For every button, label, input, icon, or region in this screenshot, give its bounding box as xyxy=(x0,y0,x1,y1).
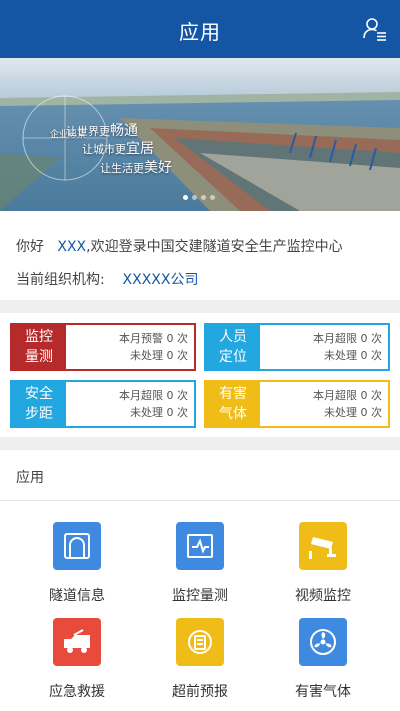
org-line: 当前组织机构: XXXXX公司 xyxy=(16,272,199,288)
carousel-dot[interactable] xyxy=(183,195,188,200)
app-header: 应用 xyxy=(0,0,400,58)
page-title: 应用 xyxy=(179,20,221,44)
carousel-dot[interactable] xyxy=(192,195,197,200)
forecast-icon xyxy=(176,618,224,666)
banner-slogan-2: 让城市更宜居 xyxy=(82,141,154,157)
banner-slogan-3: 让生活更美好 xyxy=(100,160,172,176)
stat-card-counts: 本月超限 0 次未处理 0 次 xyxy=(313,389,382,419)
app-label: 视频监控 xyxy=(295,588,351,604)
tunnel-icon xyxy=(53,522,101,570)
app-label: 应急救援 xyxy=(49,684,105,700)
carousel-dot[interactable] xyxy=(201,195,206,200)
stats-panel: 监控 量测 本月预警 0 次未处理 0 次 人员 定位 本月超限 0 次未处理 0 … xyxy=(0,313,400,437)
app-label: 监控量测 xyxy=(172,588,228,604)
stat-card-monitor[interactable]: 监控 量测 本月预警 0 次未处理 0 次 xyxy=(10,323,196,371)
banner-carousel[interactable]: 企业愿景 让世界更畅通 让城市更宜居 让生活更美好 xyxy=(0,58,400,211)
stat-card-tag: 人员 定位 xyxy=(206,325,260,369)
app-label: 超前预报 xyxy=(172,684,228,700)
apps-section-title: 应用 xyxy=(16,470,44,486)
stat-card-gas[interactable]: 有害 气体 本月超限 0 次未处理 0 次 xyxy=(204,380,390,428)
carousel-dots[interactable] xyxy=(183,195,215,200)
app-tunnel-info[interactable]: 隧道信息 xyxy=(22,522,132,605)
stat-card-tag: 安全 步距 xyxy=(12,382,66,426)
stat-card-tag: 监控 量测 xyxy=(12,325,66,369)
monitor-chart-icon xyxy=(176,522,224,570)
carousel-dot[interactable] xyxy=(210,195,215,200)
app-harmful-gas[interactable]: 有害气体 xyxy=(268,618,378,701)
camera-icon xyxy=(299,522,347,570)
stat-card-step[interactable]: 安全 步距 本月超限 0 次未处理 0 次 xyxy=(10,380,196,428)
rescue-truck-icon xyxy=(53,618,101,666)
app-emergency-rescue[interactable]: 应急救援 xyxy=(22,618,132,701)
app-video-monitor[interactable]: 视频监控 xyxy=(268,522,378,605)
app-advance-forecast[interactable]: 超前预报 xyxy=(145,618,255,701)
apps-section: 应用 隧道信息 监控量测 视频监控 应急救援 超前预报 有害气体 xyxy=(0,450,400,711)
welcome-panel: 你好 XXX,欢迎登录中国交建隧道安全生产监控中心 当前组织机构: XXXXX公… xyxy=(0,211,400,300)
stat-card-counts: 本月超限 0 次未处理 0 次 xyxy=(313,332,382,362)
app-label: 有害气体 xyxy=(295,684,351,700)
gas-fan-icon xyxy=(299,618,347,666)
stat-card-counts: 本月超限 0 次未处理 0 次 xyxy=(119,389,188,419)
app-label: 隧道信息 xyxy=(49,588,105,604)
stat-card-counts: 本月预警 0 次未处理 0 次 xyxy=(119,332,188,362)
stat-card-person[interactable]: 人员 定位 本月超限 0 次未处理 0 次 xyxy=(204,323,390,371)
user-menu-icon[interactable] xyxy=(362,16,388,42)
divider xyxy=(0,500,400,501)
org-name: XXXXX公司 xyxy=(122,272,199,288)
banner-slogan-1: 让世界更畅通 xyxy=(66,123,138,139)
app-monitor-measure[interactable]: 监控量测 xyxy=(145,522,255,605)
stat-card-tag: 有害 气体 xyxy=(206,382,260,426)
welcome-greeting: 你好 XXX,欢迎登录中国交建隧道安全生产监控中心 xyxy=(16,239,343,255)
user-name: XXX xyxy=(57,239,87,255)
